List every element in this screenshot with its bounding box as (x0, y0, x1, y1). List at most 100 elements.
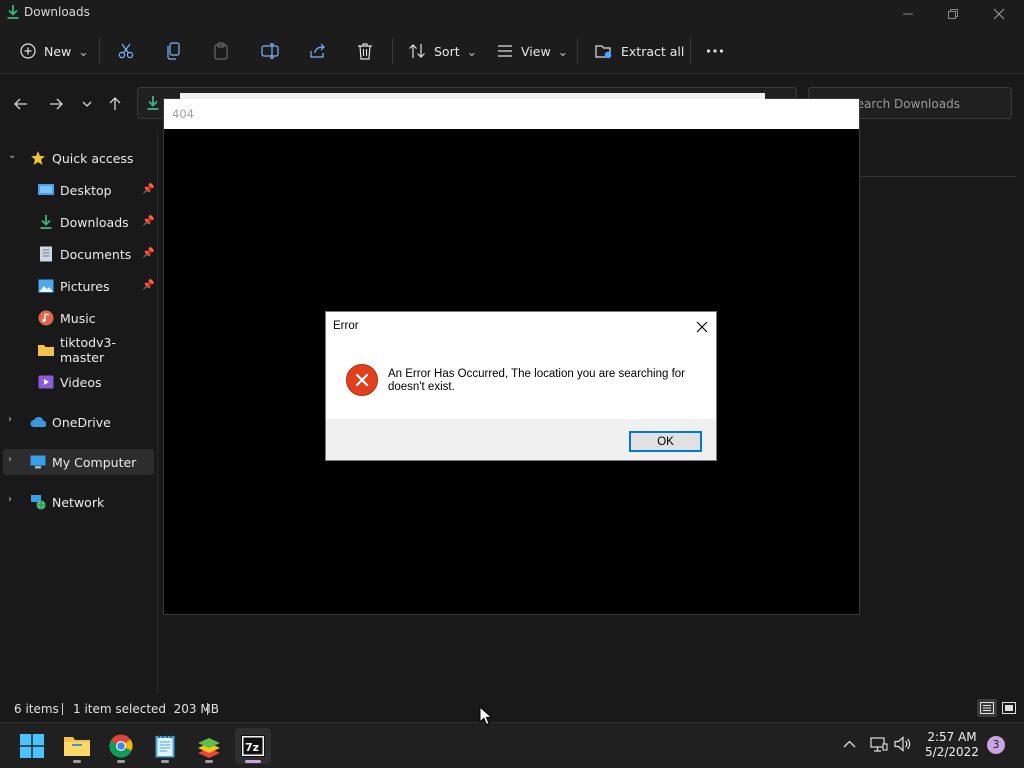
taskbar-chrome[interactable] (103, 728, 139, 764)
dialog-footer: OK (326, 419, 716, 460)
taskbar-notepad[interactable] (147, 728, 183, 764)
dialog-close-button[interactable] (690, 316, 714, 338)
share-button[interactable] (309, 28, 327, 74)
cloud-icon (30, 414, 46, 430)
folder-icon (38, 342, 54, 358)
chevron-down-icon[interactable]: ⌄ (8, 150, 16, 161)
back-button[interactable] (9, 93, 33, 115)
chevron-up-icon (843, 740, 856, 748)
running-indicator (73, 760, 81, 763)
sidebar-item-label: Desktop (60, 182, 112, 198)
error-icon (346, 364, 378, 396)
picture-icon (38, 278, 54, 294)
chevron-right-icon[interactable]: › (8, 494, 12, 505)
arrow-left-icon (14, 98, 27, 110)
sidebar-item-quick-access[interactable]: ⌄ Quick access (0, 145, 156, 171)
ok-button[interactable]: OK (629, 431, 702, 452)
new-button[interactable]: New ⌄ (20, 28, 89, 74)
folder-icon (64, 737, 90, 756)
notification-badge[interactable]: 3 (987, 736, 1005, 754)
download-icon (147, 96, 159, 110)
taskbar-7zip[interactable]: 7z (235, 728, 271, 764)
view-label: View (521, 43, 551, 59)
volume-tray-button[interactable] (894, 736, 912, 755)
network-tray-button[interactable] (870, 735, 888, 756)
list-view-icon (498, 45, 512, 57)
column-header-divider (860, 176, 1016, 177)
sidebar-item-pictures[interactable]: Pictures (38, 273, 156, 299)
tiles-view-icon (1002, 702, 1016, 714)
sidebar-item-label: My Computer (52, 454, 137, 470)
divider (207, 703, 208, 715)
paste-button[interactable] (213, 28, 229, 74)
taskbar-file-explorer[interactable] (59, 728, 95, 764)
delete-button[interactable] (357, 28, 373, 74)
document-icon (38, 246, 54, 262)
selection-info: 1 item selected 203 MB (73, 702, 219, 716)
recent-locations-button[interactable] (75, 93, 99, 115)
extract-all-button[interactable]: Extract all (595, 28, 684, 74)
chevron-down-icon: ⌄ (466, 43, 478, 59)
sidebar-item-label: Pictures (60, 278, 110, 294)
clock-date: 5/2/2022 (925, 745, 979, 759)
clipboard-icon (214, 42, 228, 60)
taskbar: 7z 2:57 AM 5/2/2022 3 (0, 722, 1024, 768)
minimize-button[interactable] (885, 0, 931, 28)
close-icon (696, 321, 708, 333)
running-indicator (161, 760, 169, 763)
sidebar-item-videos[interactable]: Videos (38, 369, 156, 395)
show-hidden-icons-button[interactable] (843, 737, 856, 751)
view-button[interactable]: View ⌄ (497, 28, 568, 74)
dialog-title: Error (333, 320, 359, 332)
sidebar-item-network[interactable]: › Network (0, 489, 156, 515)
start-button[interactable] (14, 728, 50, 764)
up-button[interactable] (103, 93, 127, 115)
sidebar-item-my-computer[interactable]: › My Computer (3, 449, 154, 475)
clock[interactable]: 2:57 AM 5/2/2022 (920, 730, 984, 760)
desktop-icon (38, 182, 54, 198)
copy-icon (167, 42, 180, 60)
sidebar-item-downloads[interactable]: Downloads (38, 209, 156, 235)
pin-icon: 📌 (142, 184, 155, 195)
copy-button[interactable] (166, 28, 182, 74)
more-options-button[interactable] (706, 28, 724, 74)
running-indicator (117, 760, 125, 763)
sidebar-item-onedrive[interactable]: › OneDrive (0, 409, 156, 435)
pin-icon: 📌 (142, 280, 155, 291)
chevron-down-icon: ⌄ (78, 43, 89, 59)
pin-icon: 📌 (142, 216, 155, 227)
running-indicator (245, 760, 261, 763)
restore-button[interactable] (930, 0, 976, 28)
sidebar-item-label: Music (60, 310, 96, 326)
tiles-view-button[interactable] (999, 699, 1019, 717)
dialog-message: An Error Has Occurred, The location you … (388, 368, 686, 393)
sort-icon (409, 44, 425, 58)
trash-icon (358, 43, 372, 60)
arrow-right-icon (50, 98, 63, 110)
rename-button[interactable] (261, 28, 279, 74)
cut-button[interactable] (117, 28, 135, 74)
network-icon (30, 494, 46, 510)
sidebar-item-desktop[interactable]: Desktop (38, 177, 156, 203)
star-icon (30, 150, 46, 166)
chevron-right-icon[interactable]: › (8, 414, 12, 425)
sidebar-item-tiktodv3-master[interactable]: tiktodv3-master (38, 335, 156, 365)
download-icon (38, 214, 54, 230)
download-icon (7, 5, 19, 19)
details-view-button[interactable] (977, 699, 997, 717)
close-window-button[interactable] (976, 0, 1022, 28)
chrome-icon (109, 734, 133, 758)
forward-button[interactable] (44, 93, 68, 115)
navigation-pane: ⌄ Quick access Desktop 📌 Downloads 📌 Doc… (0, 138, 158, 694)
chevron-right-icon[interactable]: › (8, 454, 12, 465)
taskbar-bluestacks[interactable] (191, 728, 227, 764)
divider (690, 38, 691, 64)
mouse-cursor-icon (479, 706, 493, 726)
sidebar-item-documents[interactable]: Documents (38, 241, 156, 267)
sidebar-item-music[interactable]: Music (38, 305, 156, 331)
rename-icon (261, 43, 279, 59)
sort-label: Sort (434, 43, 460, 59)
sort-button[interactable]: Sort ⌄ (408, 28, 477, 74)
sidebar-item-label: OneDrive (52, 414, 111, 430)
minimize-icon (903, 13, 913, 15)
